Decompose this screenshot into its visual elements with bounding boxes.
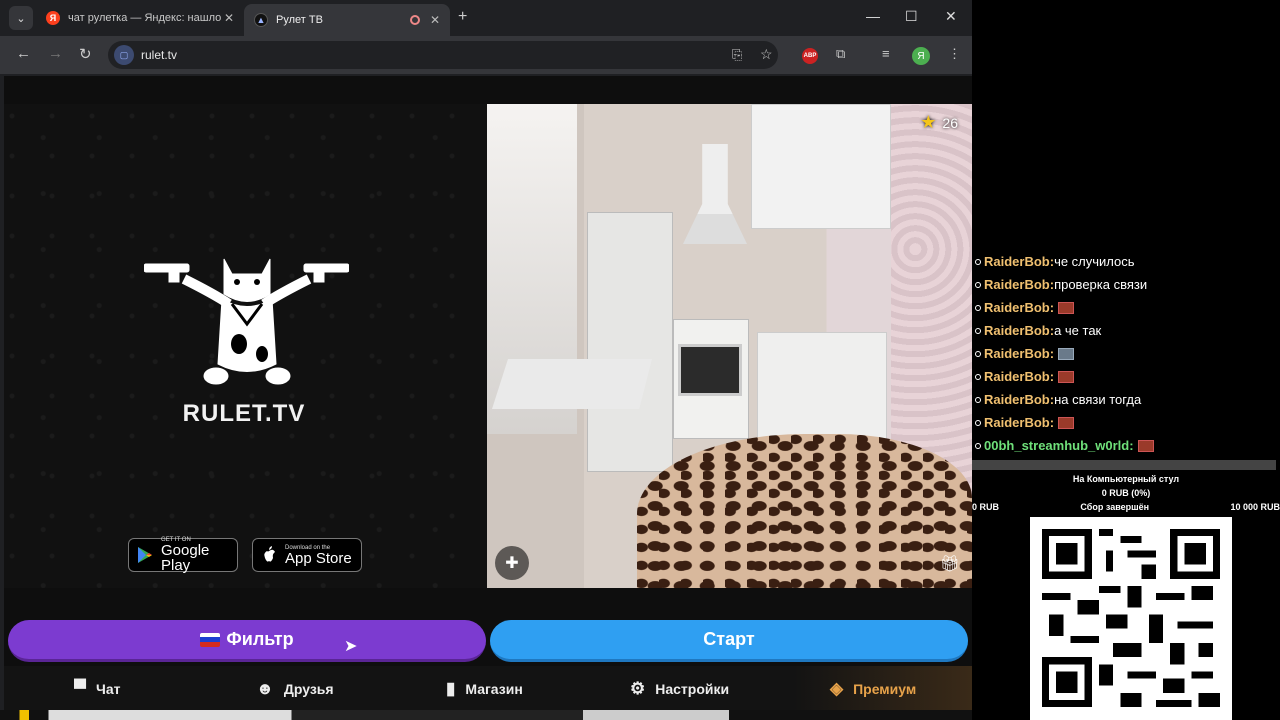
donation-max: 10 000 RUB xyxy=(1230,502,1280,512)
reading-list-icon[interactable]: ≡ xyxy=(882,46,890,61)
nav-friends[interactable]: ☻ Друзья xyxy=(256,666,334,712)
donation-goal: На Компьютерный стул 0 RUB (0%) 0 RUB Сб… xyxy=(972,474,1280,512)
chat-message: RaiderBob: xyxy=(972,342,1280,365)
donation-min: 0 RUB xyxy=(972,502,1000,512)
rulet-logo-text: RULET.TV xyxy=(182,400,306,427)
browser-toolbar: ← → ↻ ▢ rulet.tv ⎘ ☆ ⧉ ≡ ⋮ xyxy=(0,36,972,74)
bottom-nav: ▀ Чат ☻ Друзья ▮ Магазин ⚙ Настройки ◈ П… xyxy=(4,666,972,712)
start-label: Старт xyxy=(703,629,755,649)
nav-settings-label: Настройки xyxy=(655,681,730,697)
tab-yandex[interactable]: Я чат рулетка — Яндекс: нашло ✕ xyxy=(36,4,244,32)
nav-chat[interactable]: ▀ Чат xyxy=(74,666,121,712)
chat-message: 00bh_streamhub_w0rld: xyxy=(972,434,1280,457)
back-arrow-icon[interactable]: ← xyxy=(16,45,31,62)
emote-icon xyxy=(1058,347,1075,360)
promo-panel: RULET.TV GET IT ON Google Play Download … xyxy=(4,104,487,588)
close-window-button[interactable]: ✕ xyxy=(945,8,957,25)
chat-message: RaiderBob: а че так xyxy=(972,319,1280,342)
start-button[interactable]: Старт xyxy=(490,620,968,662)
app-store-button[interactable]: Download on the App Store xyxy=(252,538,362,572)
mouse-cursor-icon: ➤ xyxy=(344,638,358,655)
donation-title: На Компьютерный стул xyxy=(1072,474,1180,484)
stream-chat: RaiderBob: че случилось RaiderBob: проверк… xyxy=(972,250,1280,460)
nav-chat-label: Чат xyxy=(96,681,121,697)
close-tab-icon[interactable]: ✕ xyxy=(430,13,440,27)
emote-icon xyxy=(1137,439,1154,452)
filter-label: Фильтр xyxy=(226,629,294,649)
nav-settings[interactable]: ⚙ Настройки xyxy=(630,666,729,712)
extensions-icon[interactable]: ⧉ xyxy=(836,46,845,62)
install-app-icon[interactable]: ⎘ xyxy=(732,47,742,63)
yandex-favicon-icon: Я xyxy=(46,11,60,25)
site-info-icon[interactable]: ▢ xyxy=(114,45,134,65)
tab-rulet[interactable]: ▲ Рулет ТВ ✕ xyxy=(244,4,450,36)
tab-title: чат рулетка — Яндекс: нашло xyxy=(68,12,222,24)
emote-icon xyxy=(1058,370,1075,383)
chat-message: RaiderBob: xyxy=(972,411,1280,434)
nav-friends-label: Друзья xyxy=(283,681,334,697)
qr-code xyxy=(1030,517,1232,720)
menu-dots-icon[interactable]: ⋮ xyxy=(948,46,961,62)
profile-avatar[interactable]: Я xyxy=(912,47,930,65)
premium-tag-icon: ◈ xyxy=(830,679,844,698)
chat-icon: ▀ xyxy=(74,679,87,698)
chat-message: RaiderBob: на связи тогда xyxy=(972,388,1280,411)
star-icon: ★ xyxy=(920,112,937,132)
chat-message: RaiderBob: проверка связи xyxy=(972,273,1280,296)
chat-message: RaiderBob: xyxy=(972,365,1280,388)
chat-message: RaiderBob: че случилось xyxy=(972,250,1280,273)
recording-icon xyxy=(409,15,420,25)
page-content: RULET.TV GET IT ON Google Play Download … xyxy=(4,76,972,720)
nav-premium[interactable]: ◈ Премиум xyxy=(830,666,916,712)
tab-search-button[interactable]: ⌄ xyxy=(9,6,33,30)
gamepad-icon[interactable]: ✚ xyxy=(495,546,529,580)
gift-icon[interactable]: 🎁︎ xyxy=(940,554,960,574)
apple-icon xyxy=(264,546,275,562)
new-tab-button[interactable]: + xyxy=(458,8,467,26)
chat-message: RaiderBob: xyxy=(972,296,1280,319)
webcam-video: ★ 26 ✚ 🎁︎ xyxy=(487,104,972,588)
nav-premium-label: Премиум xyxy=(853,681,917,697)
russia-flag-icon xyxy=(200,632,221,647)
address-bar[interactable]: ▢ rulet.tv ⎘ ☆ xyxy=(108,41,778,69)
maximize-button[interactable]: ☐ xyxy=(905,8,918,25)
donation-status: Сбор завершён xyxy=(1080,502,1150,512)
donation-progress-bar xyxy=(972,460,1276,470)
gear-icon: ⚙ xyxy=(630,679,646,698)
nav-shop-label: Магазин xyxy=(465,681,523,697)
nav-shop[interactable]: ▮ Магазин xyxy=(446,666,523,712)
minimize-button[interactable]: — xyxy=(866,8,880,24)
bookmark-star-icon[interactable]: ☆ xyxy=(760,46,773,63)
rating-badge: ★ 26 xyxy=(920,112,958,133)
rulet-favicon-icon: ▲ xyxy=(254,13,268,27)
star-count: 26 xyxy=(942,114,958,131)
google-play-icon xyxy=(138,547,152,563)
google-play-big-text: Google Play xyxy=(161,542,210,574)
emote-icon xyxy=(1058,416,1075,429)
adblock-icon[interactable]: ABP xyxy=(802,48,818,64)
reload-icon[interactable]: ↻ xyxy=(79,45,92,63)
emote-icon xyxy=(1058,301,1075,314)
friends-icon: ☻ xyxy=(256,679,274,698)
forward-arrow-icon[interactable]: → xyxy=(48,45,63,62)
filter-button[interactable]: Фильтр xyxy=(8,620,486,662)
cat-logo-icon xyxy=(144,258,349,385)
browser-window: ⌄ Я чат рулетка — Яндекс: нашло ✕ ▲ Руле… xyxy=(0,0,972,720)
app-store-big-text: App Store xyxy=(285,549,352,567)
shop-bag-icon: ▮ xyxy=(446,679,456,698)
donation-amount: 0 RUB (0%) xyxy=(1101,488,1151,498)
tab-title: Рулет ТВ xyxy=(276,14,323,26)
close-tab-icon[interactable]: ✕ xyxy=(224,11,234,25)
tab-bar: ⌄ Я чат рулетка — Яндекс: нашло ✕ ▲ Руле… xyxy=(0,0,972,36)
url-text: rulet.tv xyxy=(141,48,178,62)
qr-code-icon xyxy=(1042,529,1220,707)
google-play-button[interactable]: GET IT ON Google Play xyxy=(128,537,238,574)
